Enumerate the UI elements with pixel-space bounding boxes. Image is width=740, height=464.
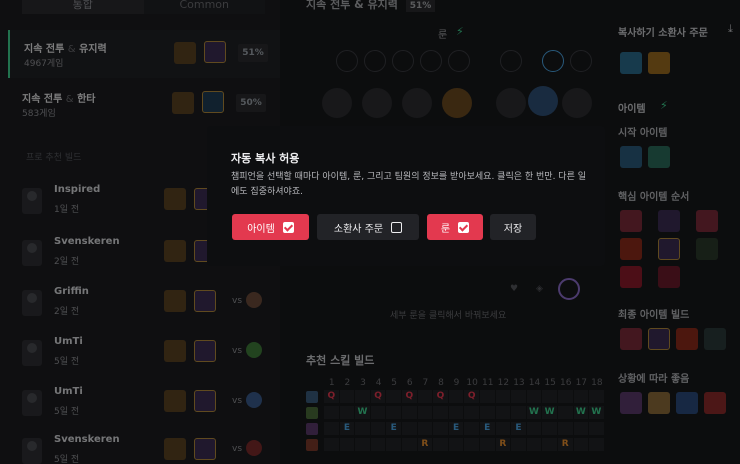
runes-toggle-button[interactable]: 룬: [427, 214, 483, 240]
save-button[interactable]: 저장: [490, 214, 536, 240]
save-label: 저장: [503, 223, 523, 235]
summoner-toggle-label: 소환사 주문: [333, 223, 384, 235]
dialog-title: 자동 복사 허용: [231, 152, 300, 165]
checkbox-checked-icon: [458, 221, 470, 233]
page: 통합 Common 지속 전투 & 유지력 4967게임 51% 지속 전투 &…: [0, 0, 740, 464]
auto-copy-dialog: 자동 복사 허용 챔피언을 선택할 때마다 아이템, 룬, 그리고 팀원의 정보…: [207, 126, 605, 266]
items-toggle-label: 아이템: [247, 223, 275, 235]
runes-toggle-label: 룬: [440, 223, 451, 235]
items-toggle-button[interactable]: 아이템: [232, 214, 309, 240]
checkbox-unchecked-icon: [391, 221, 403, 233]
summoner-toggle-button[interactable]: 소환사 주문: [317, 214, 419, 240]
checkbox-checked-icon: [282, 221, 294, 233]
dialog-description: 챔피언을 선택할 때마다 아이템, 룬, 그리고 팀원의 정보를 받아보세요. …: [231, 172, 586, 197]
